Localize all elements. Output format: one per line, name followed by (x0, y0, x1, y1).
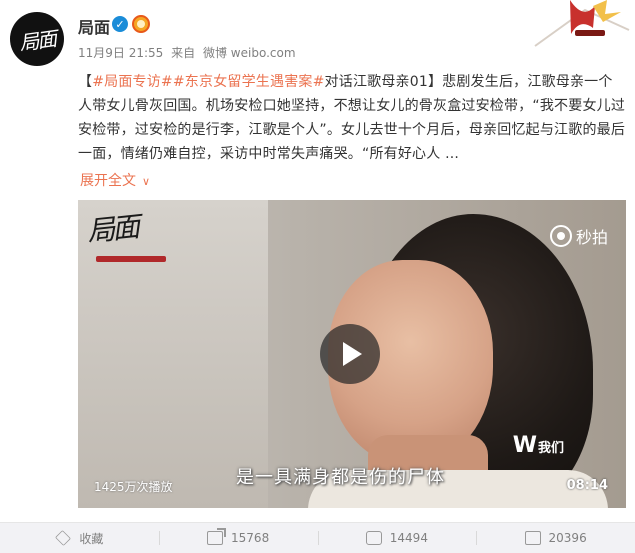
verified-icon: ✓ (112, 16, 128, 32)
from-label: 来自 (171, 46, 196, 60)
w-logo-icon: W (512, 433, 537, 458)
share-button[interactable]: 15768 (158, 523, 318, 553)
post-text: 【#局面专访##东京女留学生遇害案#对话江歌母亲01】悲剧发生后，江歌母亲一个人… (78, 70, 626, 166)
post-meta: 11月9日 21:55 来自 微博 weibo.com (78, 44, 300, 61)
view-count: 1425万次播放 (94, 480, 173, 494)
like-count: 20396 (548, 531, 587, 545)
expand-label: 展开全文 (80, 173, 136, 189)
favorite-button[interactable]: 收藏 (0, 523, 159, 553)
miaopai-camera-icon (549, 225, 572, 247)
comment-icon (365, 531, 382, 545)
play-button[interactable] (320, 324, 380, 384)
video-subtitle: 是一具满身都是伤的尸体 (236, 467, 445, 488)
platform-label: 秒拍 (575, 228, 608, 247)
bracket-open: 【 (78, 74, 93, 90)
women-watermark: W 我们 (512, 433, 564, 458)
avatar[interactable]: 局面 (10, 12, 64, 66)
post-source[interactable]: 微博 weibo.com (203, 46, 296, 60)
share-icon (207, 528, 227, 545)
comment-count: 14494 (389, 531, 428, 545)
share-count: 15768 (231, 531, 270, 545)
corner-decoration-icon (534, 0, 630, 47)
watermark-label: 我们 (537, 441, 564, 456)
video-player[interactable]: 局面 秒拍 W 我们 是一具满身都是伤的尸体 1425万次播放 08:14 (78, 200, 626, 508)
vip-badge-icon[interactable] (132, 15, 150, 33)
user-name[interactable]: 局面 (78, 14, 110, 38)
play-icon (343, 342, 362, 366)
favorite-label: 收藏 (79, 531, 104, 546)
expand-full-text-button[interactable]: 展开全文 ∨ (80, 170, 150, 190)
comment-button[interactable]: 14494 (317, 523, 477, 553)
thumbs-up-icon (524, 531, 541, 545)
action-bar: 收藏 15768 14494 20396 (0, 523, 635, 553)
like-button[interactable]: 20396 (476, 523, 635, 553)
hashtag-link[interactable]: #局面专访# (92, 74, 173, 90)
favorite-icon (55, 530, 72, 546)
avatar-logo: 局面 (17, 26, 57, 55)
video-duration: 08:14 (566, 478, 608, 493)
video-logo-stamp (96, 256, 166, 262)
miaopai-watermark: 秒拍 (549, 224, 608, 248)
chevron-down-icon: ∨ (142, 175, 151, 188)
weibo-post-card: 局面 局面 ✓ 11月9日 21:55 来自 微博 weibo.com 【#局面… (0, 0, 635, 553)
post-time[interactable]: 11月9日 21:55 (78, 46, 163, 60)
hashtag-link[interactable]: #东京女留学生遇害案# (173, 74, 325, 90)
